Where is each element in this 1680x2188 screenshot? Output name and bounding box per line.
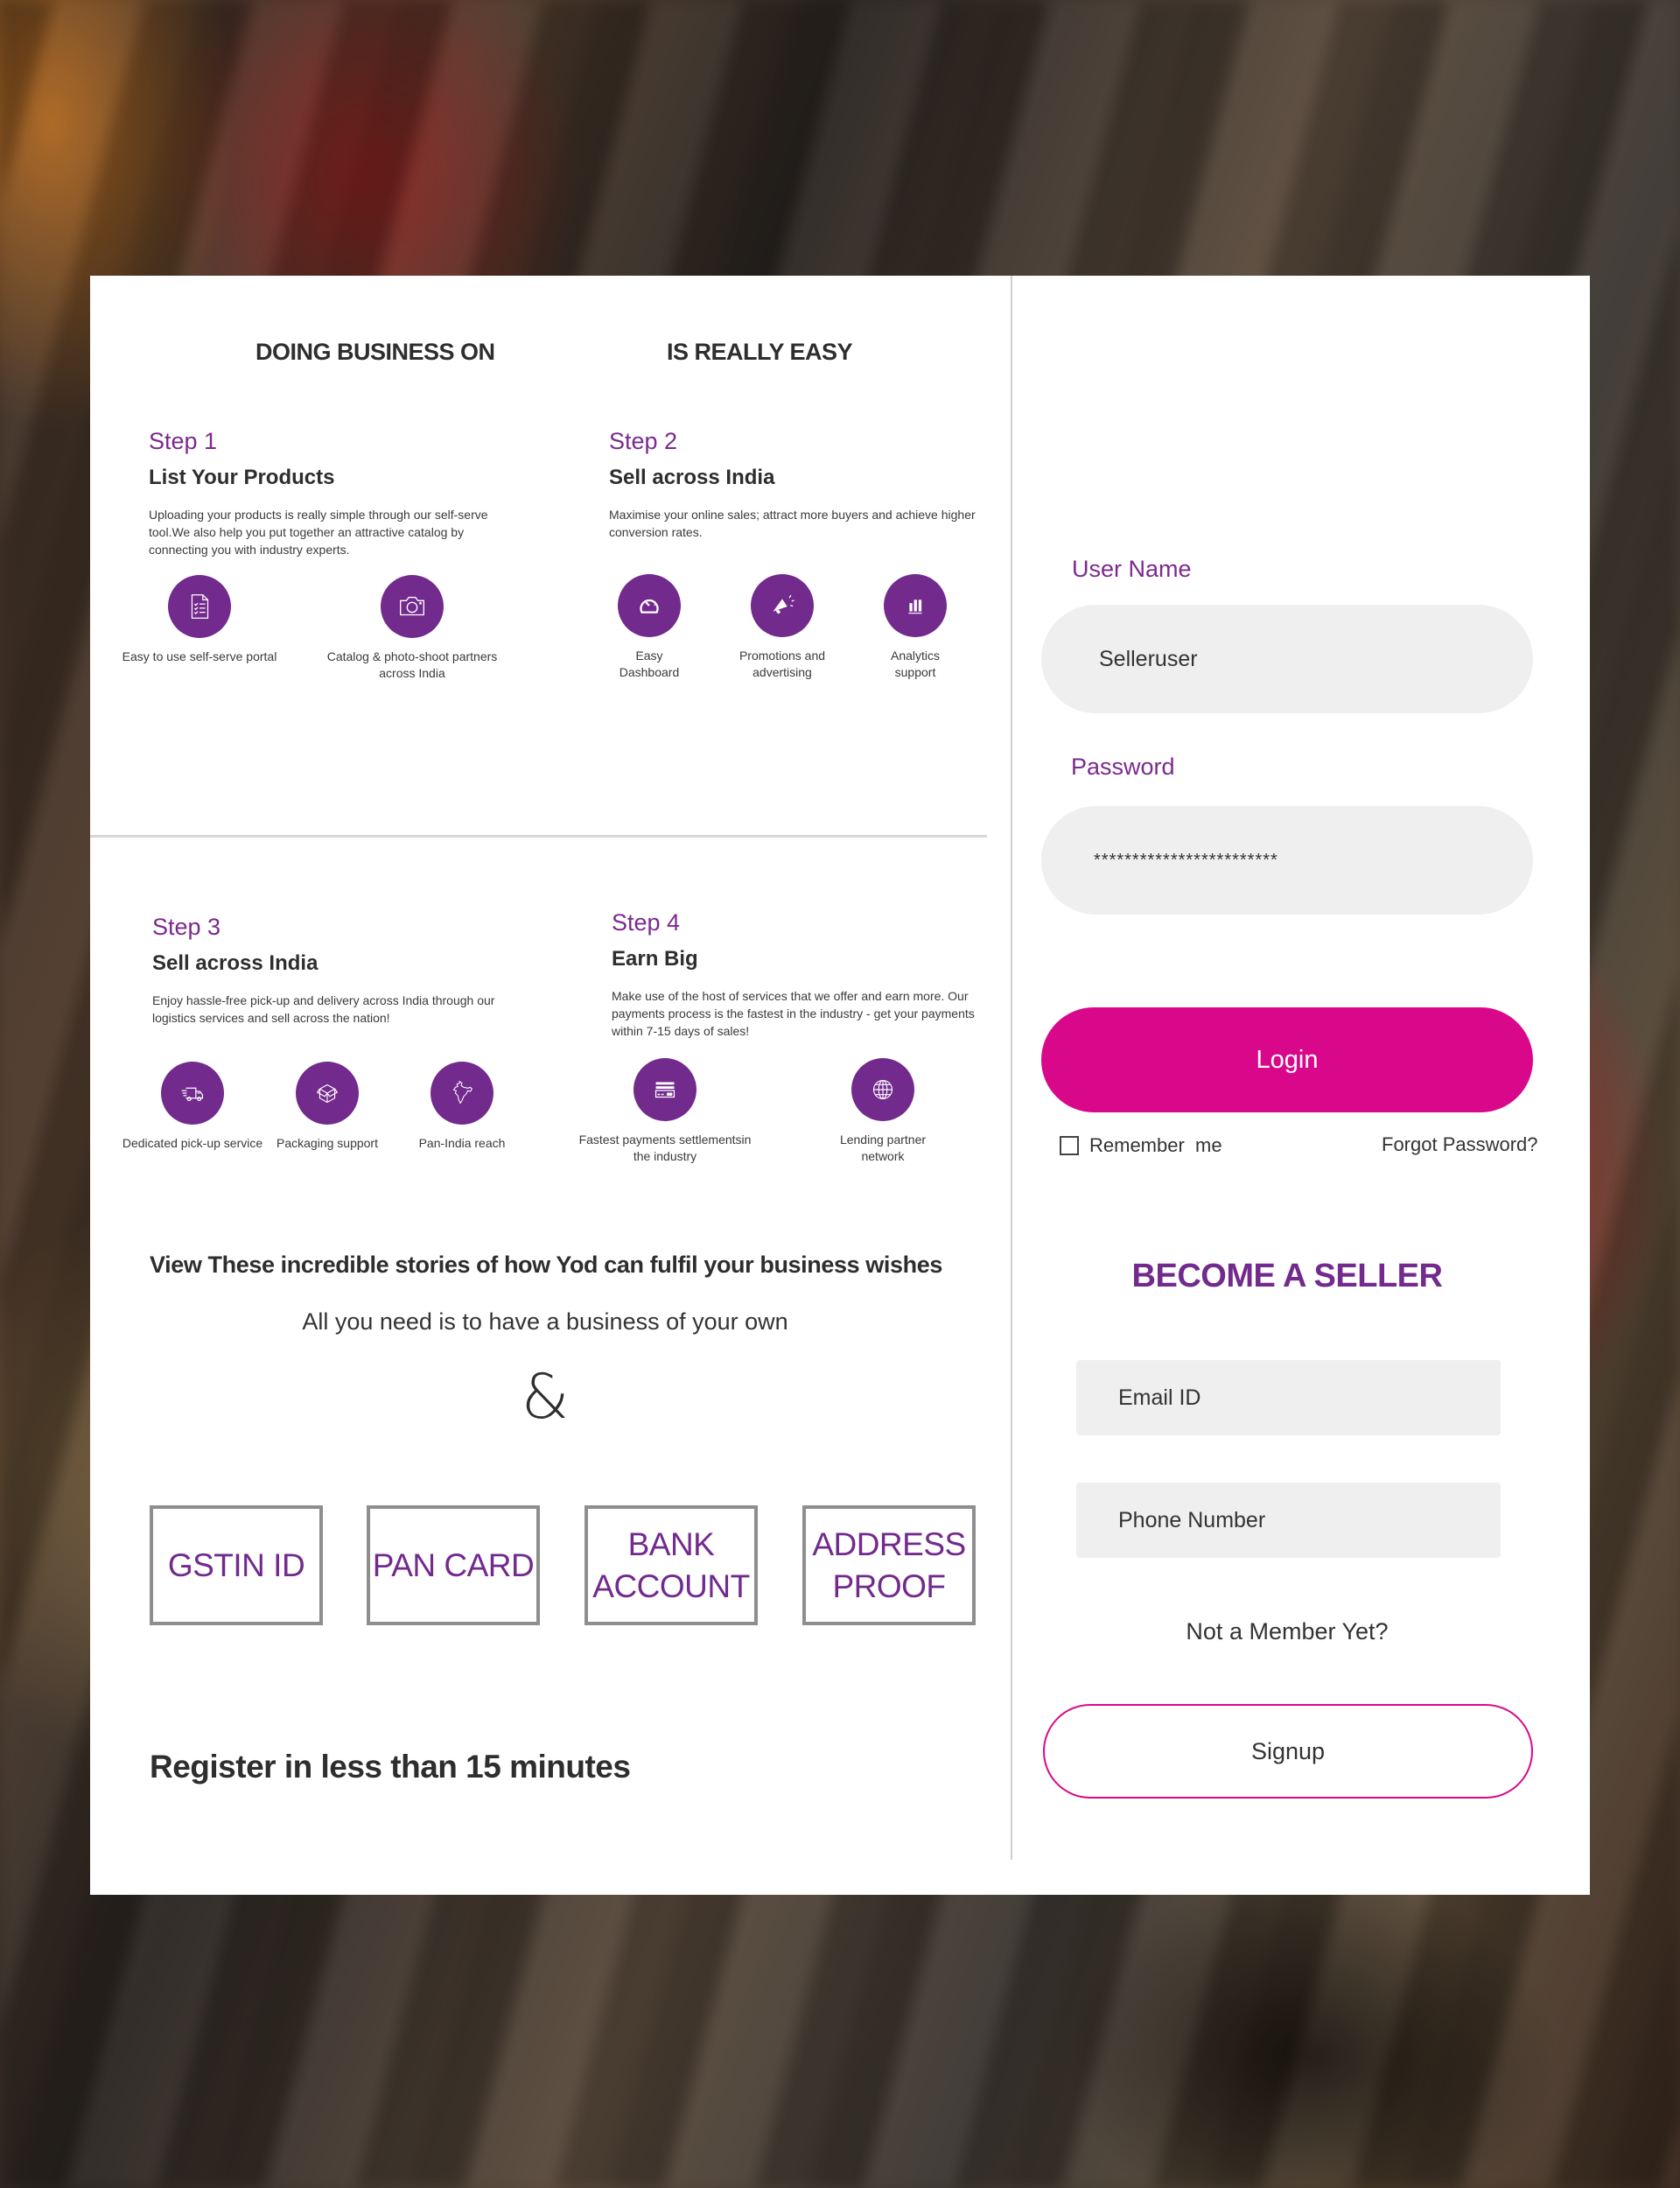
- credit-card-icon: [634, 1058, 696, 1121]
- password-input[interactable]: [1041, 806, 1533, 915]
- remember-me-checkbox[interactable]: [1060, 1136, 1079, 1155]
- document-bank-account: BANK ACCOUNT: [584, 1505, 758, 1625]
- step-description: Maximise your online sales; attract more…: [609, 508, 976, 539]
- step-number: Step 2: [609, 428, 678, 454]
- step-2: Step 2 Sell across India Maximise your o…: [609, 428, 976, 541]
- checklist-document-icon: [168, 575, 231, 638]
- megaphone-icon: [751, 574, 814, 637]
- phone-input[interactable]: [1076, 1483, 1501, 1558]
- document-gstin: GSTIN ID: [150, 1505, 323, 1625]
- step-4: Step 4 Earn Big Make use of the host of …: [612, 909, 979, 1040]
- document-address-proof: ADDRESS PROOF: [802, 1505, 976, 1625]
- step-3: Step 3 Sell across India Enjoy hassle-fr…: [152, 914, 520, 1027]
- feature-label: Easy Dashboard: [619, 649, 680, 679]
- remember-me-label: Remember me: [1089, 1134, 1222, 1156]
- horizontal-divider: [90, 835, 987, 838]
- password-label: Password: [1071, 754, 1175, 780]
- bar-chart-icon: [884, 574, 947, 637]
- step-title: Sell across India: [609, 466, 775, 489]
- delivery-truck-icon: [161, 1062, 224, 1125]
- feature-pan-india: Pan-India reach: [374, 1062, 550, 1152]
- india-map-icon: [430, 1062, 494, 1125]
- document-pan-card: PAN CARD: [367, 1505, 540, 1625]
- globe-icon: [851, 1058, 914, 1121]
- step-title: Sell across India: [152, 951, 318, 975]
- feature-label: Promotions and advertising: [738, 649, 826, 679]
- dashboard-gauge-icon: [618, 574, 681, 637]
- step-1: Step 1 List Your Products Uploading your…: [149, 428, 516, 558]
- feature-self-serve-portal: Easy to use self-serve portal: [112, 575, 287, 665]
- feature-label: Easy to use self-serve portal: [122, 649, 277, 663]
- step-number: Step 1: [149, 428, 218, 454]
- username-label: User Name: [1072, 556, 1192, 582]
- step-description: Enjoy hassle-free pick-up and delivery a…: [152, 993, 495, 1025]
- register-tagline: Register in less than 15 minutes: [150, 1749, 631, 1785]
- feature-label: Lending partner network: [839, 1133, 927, 1163]
- step-description: Make use of the host of services that we…: [612, 989, 975, 1038]
- step-title: Earn Big: [612, 947, 698, 971]
- login-button[interactable]: Login: [1041, 1007, 1533, 1112]
- stories-subheading: All you need is to have a business of yo…: [302, 1308, 788, 1335]
- step-number: Step 4: [612, 909, 681, 936]
- headline-right: IS REALLY EASY: [667, 339, 853, 365]
- remember-me[interactable]: Remember me: [1060, 1134, 1222, 1157]
- camera-icon: [381, 575, 444, 638]
- forgot-password-link[interactable]: Forgot Password?: [1382, 1133, 1538, 1156]
- package-box-icon: [296, 1062, 359, 1125]
- feature-label: Fastest payments settlementsin the indus…: [578, 1133, 752, 1163]
- step-description: Uploading your products is really simple…: [149, 508, 488, 557]
- feature-label: Catalog & photo-shoot partners across In…: [326, 649, 498, 680]
- feature-label: Pan-India reach: [418, 1136, 506, 1150]
- signup-button[interactable]: Signup: [1043, 1704, 1533, 1799]
- stories-heading: View These incredible stories of how Yod…: [150, 1252, 942, 1278]
- ampersand: &: [521, 1361, 570, 1433]
- email-input[interactable]: [1076, 1360, 1501, 1435]
- not-member-text: Not a Member Yet?: [1186, 1618, 1389, 1645]
- headline-left: DOING BUSINESS ON: [256, 339, 495, 365]
- feature-lending-partner: Lending partner network: [795, 1058, 970, 1165]
- vertical-divider: [1011, 276, 1012, 1860]
- feature-catalog-photoshoot: Catalog & photo-shoot partners across In…: [325, 575, 500, 682]
- become-seller-heading: BECOME A SELLER: [1131, 1258, 1443, 1294]
- feature-fast-payments: Fastest payments settlementsin the indus…: [578, 1058, 752, 1165]
- step-title: List Your Products: [149, 466, 335, 489]
- feature-label: Analytics support: [890, 649, 941, 679]
- username-input[interactable]: [1041, 605, 1533, 713]
- feature-analytics: Analytics support: [828, 574, 1003, 681]
- step-number: Step 3: [152, 914, 221, 940]
